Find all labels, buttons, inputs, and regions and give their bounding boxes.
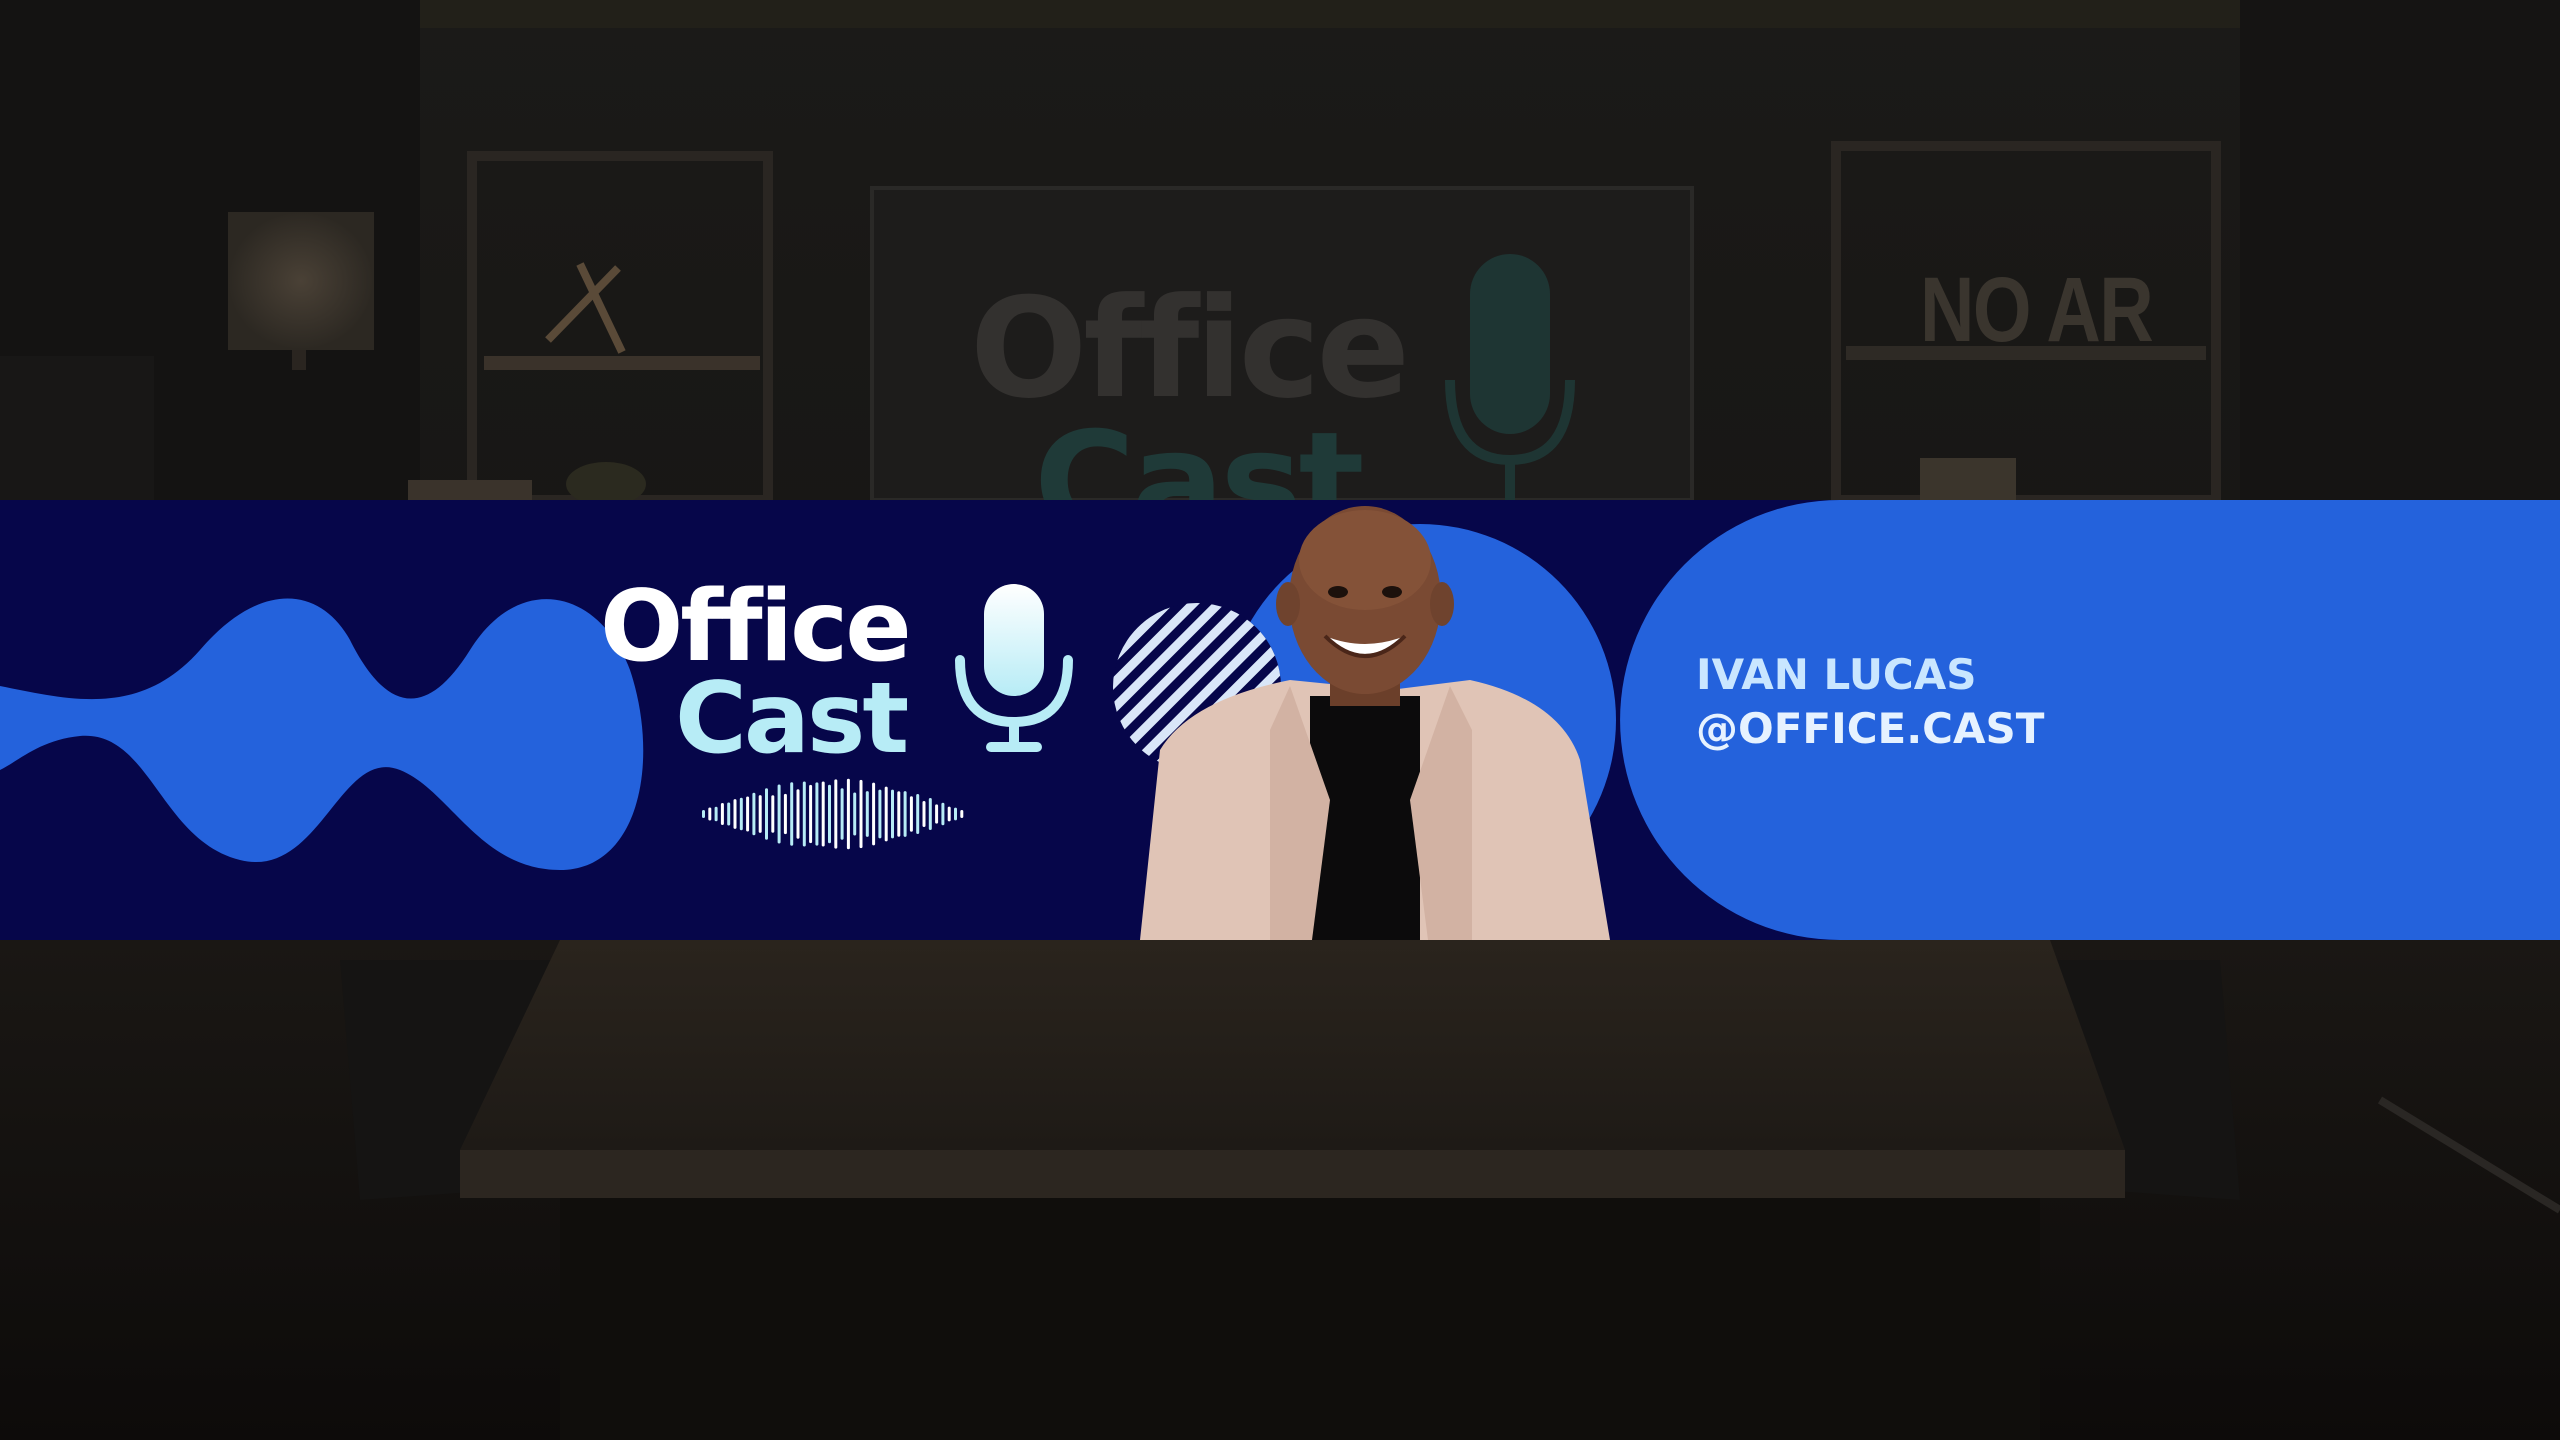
sound-wave-bar xyxy=(884,786,888,842)
microphone-icon xyxy=(955,584,1073,752)
sound-wave-bar xyxy=(809,784,813,844)
sound-wave-bar xyxy=(714,806,718,822)
sound-wave-bar xyxy=(872,782,876,846)
sound-wave-bar xyxy=(821,781,825,847)
host-photo xyxy=(1140,506,1610,940)
sound-wave-bar xyxy=(796,789,800,839)
sound-wave-bar xyxy=(891,789,894,839)
sound-wave-bar xyxy=(777,784,781,844)
office-cast-logo: Office Cast xyxy=(600,578,1080,858)
sound-wave-bar xyxy=(947,806,951,822)
sound-wave-bar xyxy=(916,794,920,834)
sound-wave-bar xyxy=(853,792,857,836)
sound-wave-bar xyxy=(783,793,787,835)
sound-wave-bar xyxy=(739,797,743,831)
sound-wave-bar xyxy=(903,791,907,837)
host-handle: @OFFICE.CAST xyxy=(1696,704,2045,753)
sound-wave-bar xyxy=(834,779,838,849)
sound-wave-bar xyxy=(928,798,932,830)
sound-wave-bar xyxy=(840,788,844,840)
sound-wave-bar xyxy=(909,796,913,832)
sound-wave-bar xyxy=(922,800,926,828)
sound-wave-bar xyxy=(960,810,964,818)
sound-wave-bar xyxy=(846,778,850,850)
sound-wave-bar xyxy=(935,804,939,824)
sound-wave-bar xyxy=(708,807,712,821)
sound-wave-bar xyxy=(815,782,819,846)
sound-wave-bar xyxy=(878,789,882,839)
sound-wave-bar xyxy=(733,799,737,829)
sound-wave-bar xyxy=(941,802,945,826)
host-name: IVAN LUCAS xyxy=(1696,650,1977,699)
background-sign-office: Office xyxy=(970,268,1410,429)
sound-wave-bar xyxy=(720,802,724,826)
channel-banner: Office Cast NO AR Office Cast IVAN LUCAS… xyxy=(0,0,2560,1440)
sound-wave-bar xyxy=(765,788,768,840)
background-shelf-sign: NO AR xyxy=(1920,259,2154,361)
sound-wave-bar xyxy=(859,779,863,849)
sound-wave-bar xyxy=(771,795,775,833)
sound-wave-bar xyxy=(897,791,901,837)
sound-wave-bar xyxy=(702,810,705,818)
sound-wave-bar xyxy=(954,807,957,821)
sound-wave-bar xyxy=(790,782,794,846)
logo-word-cast: Cast xyxy=(675,662,909,776)
sound-wave-bar xyxy=(828,784,831,844)
sound-wave-bar xyxy=(727,802,731,826)
sound-wave-bar xyxy=(802,781,806,847)
background-microphone-icon xyxy=(1445,254,1575,500)
sound-wave-bar xyxy=(758,795,762,833)
sound-wave-icon xyxy=(702,778,964,850)
sound-wave-bar xyxy=(746,796,750,832)
sound-wave-bar xyxy=(865,791,869,837)
sound-wave-bar xyxy=(752,792,756,836)
